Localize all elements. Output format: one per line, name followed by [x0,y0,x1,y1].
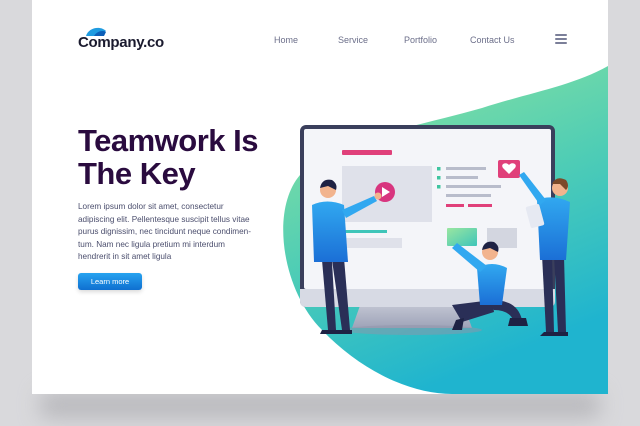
landing-page: Company.co Home Service Portfolio Contac… [32,0,608,394]
teamwork-illustration [300,125,570,336]
page-shadow [40,392,600,418]
